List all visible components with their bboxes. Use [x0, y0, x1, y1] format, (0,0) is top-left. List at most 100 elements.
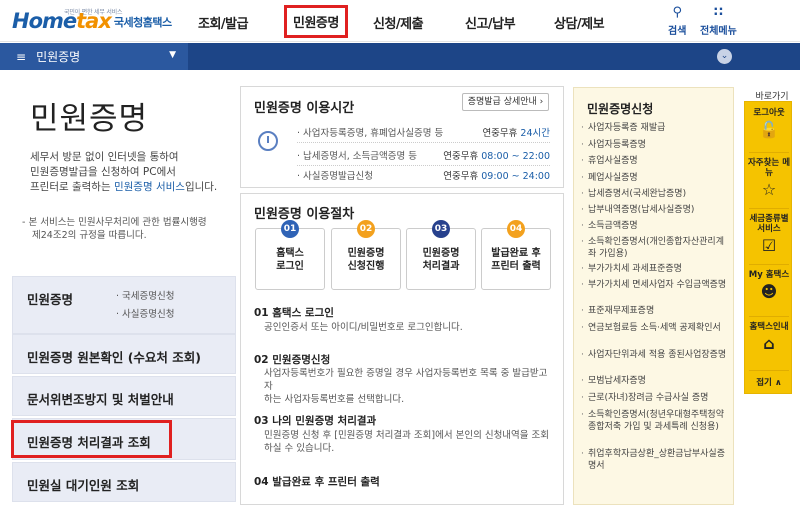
page-title: 민원증명	[30, 101, 149, 137]
current-menu-dropdown[interactable]: ≡ 민원증명 ▼	[0, 43, 188, 70]
quick-frequent-label: 자주찾는 메뉴	[747, 158, 791, 178]
left-menu-fact-cert[interactable]: · 사실증명신청	[116, 306, 174, 320]
quick-logout-label: 로그아웃	[753, 108, 785, 118]
civil-cert-item[interactable]: 납세증명서(국세완납증명)	[581, 189, 731, 201]
civil-cert-item[interactable]: 사업자단위과세 적용 종된사업장증명	[581, 350, 731, 362]
step-label-1: 홈택스 로그인	[256, 247, 324, 273]
top-header: 국민이 편한 세무 서비스 Hometax 국세청홈택스 조회/발급 민원증명 …	[0, 0, 800, 42]
hours-row-1-label: · 사업자등록증명, 휴폐업사실증명 등	[297, 128, 444, 139]
procedure-step-1-title: 01 홈택스 로그인	[254, 307, 334, 319]
hours-row-2-prefix: 연중무휴	[443, 151, 482, 162]
civil-cert-item[interactable]: 납부내역증명(납세사실증명)	[581, 205, 731, 217]
civil-cert-item[interactable]: 모범납세자증명	[581, 376, 731, 388]
quick-logout[interactable]: 로그아웃 🔓	[745, 108, 793, 140]
unlock-icon: 🔓	[759, 120, 779, 139]
current-menu-label: 민원증명	[36, 50, 81, 64]
civil-cert-title: 민원증명신청	[587, 102, 654, 116]
all-menu-label: 전체메뉴	[700, 26, 737, 37]
hours-row-1-value: 연중무휴 24시간	[470, 125, 550, 139]
hours-row-3-value: 연중무휴 09:00 ~ 24:00	[440, 168, 550, 182]
highlight-box	[11, 420, 172, 458]
left-menu-original-check[interactable]: 민원증명 원본확인 (수요처 조회)	[12, 334, 236, 374]
procedure-step-4-title: 04 발급완료 후 프린터 출력	[254, 476, 380, 488]
search-label: 검색	[668, 26, 687, 37]
step-2-line-2: 신청진행	[347, 261, 385, 272]
civil-cert-item[interactable]: 취업후학자금상환_상환금납부사실증명서	[581, 449, 731, 472]
quick-guide-label: 홈택스인내	[749, 322, 789, 332]
caret-down-icon: ▼	[169, 50, 176, 60]
civil-cert-item[interactable]: 근로(자녀)장려금 수급사실 증명	[581, 393, 731, 405]
search-icon: ⚲	[672, 5, 682, 20]
civil-cert-item[interactable]: 연금보험료등 소득·세액 공제확인서	[581, 323, 731, 335]
desc-line-3c: 입니다.	[184, 181, 218, 193]
step-4-line-2: 프린터 출력	[491, 261, 541, 272]
left-menu-forgery-prevention[interactable]: 문서위변조방지 및 처벌안내	[12, 376, 236, 416]
hometax-logo[interactable]: 국민이 편한 세무 서비스 Hometax 국세청홈택스	[12, 9, 172, 33]
hours-row-3-time: 09:00 ~ 24:00	[481, 171, 550, 182]
quick-frequent-menu[interactable]: 자주찾는 메뉴 ☆	[745, 158, 793, 200]
search-button[interactable]: ⚲ 검색	[668, 5, 687, 38]
logo-tagline: 국민이 편한 세무 서비스	[64, 9, 123, 16]
hours-row-1-prefix: 연중무휴	[482, 128, 521, 139]
hours-divider	[297, 165, 550, 166]
grid-menu-icon: ∷	[713, 5, 723, 20]
quick-divider	[749, 316, 789, 317]
step-label-2: 민원증명 신청진행	[332, 247, 400, 273]
quick-fold-button[interactable]: 접기 ∧	[745, 378, 793, 388]
quick-my-hometax[interactable]: My 홈택스 ☻	[745, 270, 793, 302]
quick-hometax-guide[interactable]: 홈택스인내 ⌂	[745, 322, 793, 354]
step-card-2: 02 민원증명 신청진행	[331, 220, 401, 290]
left-menu-civil-cert[interactable]: 민원증명 · 국세증명신청 · 사실증명신청	[12, 276, 236, 334]
left-menu-forgery-label: 문서위변조방지 및 처벌안내	[27, 392, 174, 407]
hours-row-2-time: 08:00 ~ 22:00	[481, 151, 550, 162]
step-1-line-1: 홈택스	[276, 248, 304, 259]
procedure-title: 민원증명 이용절차	[254, 207, 355, 222]
civil-cert-item[interactable]: 부가가치세 면세사업자 수입금액증명	[581, 280, 731, 292]
quick-tax-type-service[interactable]: 세금종류별 서비스 ☑	[745, 214, 793, 256]
hours-divider	[297, 142, 550, 143]
nav-item-counsel[interactable]: 상담/제보	[554, 13, 605, 32]
civil-cert-item[interactable]: 표준재무제표증명	[581, 306, 731, 318]
step-4-line-1: 발급완료 후	[491, 248, 541, 259]
step-label-3: 민원증명 처리결과	[407, 247, 475, 273]
civil-cert-item[interactable]: 소득확인증명서(개인종합자산관리계좌 가입용)	[581, 237, 731, 260]
hours-row-2-label: · 납세증명서, 소득금액증명 등	[297, 151, 417, 162]
step-card-3: 03 민원증명 처리결과	[406, 220, 476, 290]
step-number-2: 02	[357, 220, 375, 238]
clock-icon	[258, 131, 278, 151]
hours-row-2-value: 연중무휴 08:00 ~ 22:00	[440, 148, 550, 162]
step-number-1: 01	[281, 220, 299, 238]
expand-circle-icon[interactable]: ⌄	[717, 49, 732, 64]
hours-row-3-label: · 사실증명발급신청	[297, 171, 373, 182]
quick-links-bar: 로그아웃 🔓 자주찾는 메뉴 ☆ 세금종류별 서비스 ☑ My 홈택스 ☻ 홈택…	[744, 101, 792, 394]
civil-cert-item[interactable]: 소득확인증명서(청년우대형주택청약종합저축 가입 및 과세특례 신청용)	[581, 410, 731, 433]
civil-cert-item[interactable]: 휴업사실증명	[581, 156, 731, 168]
quick-divider	[749, 264, 789, 265]
civil-cert-item[interactable]: 소득금액증명	[581, 221, 731, 233]
all-menu-button[interactable]: ∷ 전체메뉴	[700, 5, 737, 38]
procedure-step-2-desc-1: 사업자등록번호가 필요한 증명일 경우 사업자등록번호 목록 중 발급받고자	[264, 368, 548, 392]
left-menu-national-tax-cert[interactable]: · 국세증명신청	[116, 288, 174, 302]
desc-highlight: 민원증명 서비스	[113, 181, 185, 193]
step-3-line-1: 민원증명	[422, 248, 460, 259]
note-line-1: - 본 서비스는 민원사무처리에 관한 법률시행령	[22, 217, 207, 228]
nav-item-report[interactable]: 신고/납부	[465, 13, 516, 32]
nav-item-apply[interactable]: 신청/제출	[373, 13, 424, 32]
step-card-1: 01 홈택스 로그인	[255, 220, 325, 290]
nav-item-civil-cert[interactable]: 민원증명	[284, 5, 348, 38]
left-menu-original-check-label: 민원증명 원본확인 (수요처 조회)	[27, 350, 201, 365]
civil-cert-item[interactable]: 사업자등록증 재발급	[581, 123, 731, 135]
left-menu-waiting-count[interactable]: 민원실 대기인원 조회	[12, 462, 236, 502]
sub-navigation-bar: ≡ 민원증명 ▼ ⌄	[0, 43, 800, 70]
page-description: 세무서 방문 없이 인터넷을 통하여 민원증명발급을 신청하여 PC에서 프린터…	[30, 150, 225, 195]
procedure-step-3-desc-2: 하실 수 있습니다.	[264, 443, 335, 454]
procedure-step-2-desc: 사업자등록번호가 필요한 증명일 경우 사업자등록번호 목록 중 발급받고자 하…	[264, 367, 554, 406]
home-icon: ⌂	[763, 334, 775, 353]
civil-cert-item[interactable]: 사업자등록증명	[581, 140, 731, 152]
civil-cert-item[interactable]: 부가가치세 과세표준증명	[581, 264, 731, 276]
nav-item-inquiry[interactable]: 조회/발급	[198, 13, 249, 32]
procedure-step-3-desc-1: 민원증명 신청 후 [민원증명 처리결과 조회]에서 본인의 신청내역을 조회	[264, 430, 550, 441]
cert-detail-button[interactable]: 증명발급 상세안내 ›	[462, 93, 549, 111]
quick-divider	[749, 208, 789, 209]
civil-cert-item[interactable]: 폐업사실증명	[581, 173, 731, 185]
